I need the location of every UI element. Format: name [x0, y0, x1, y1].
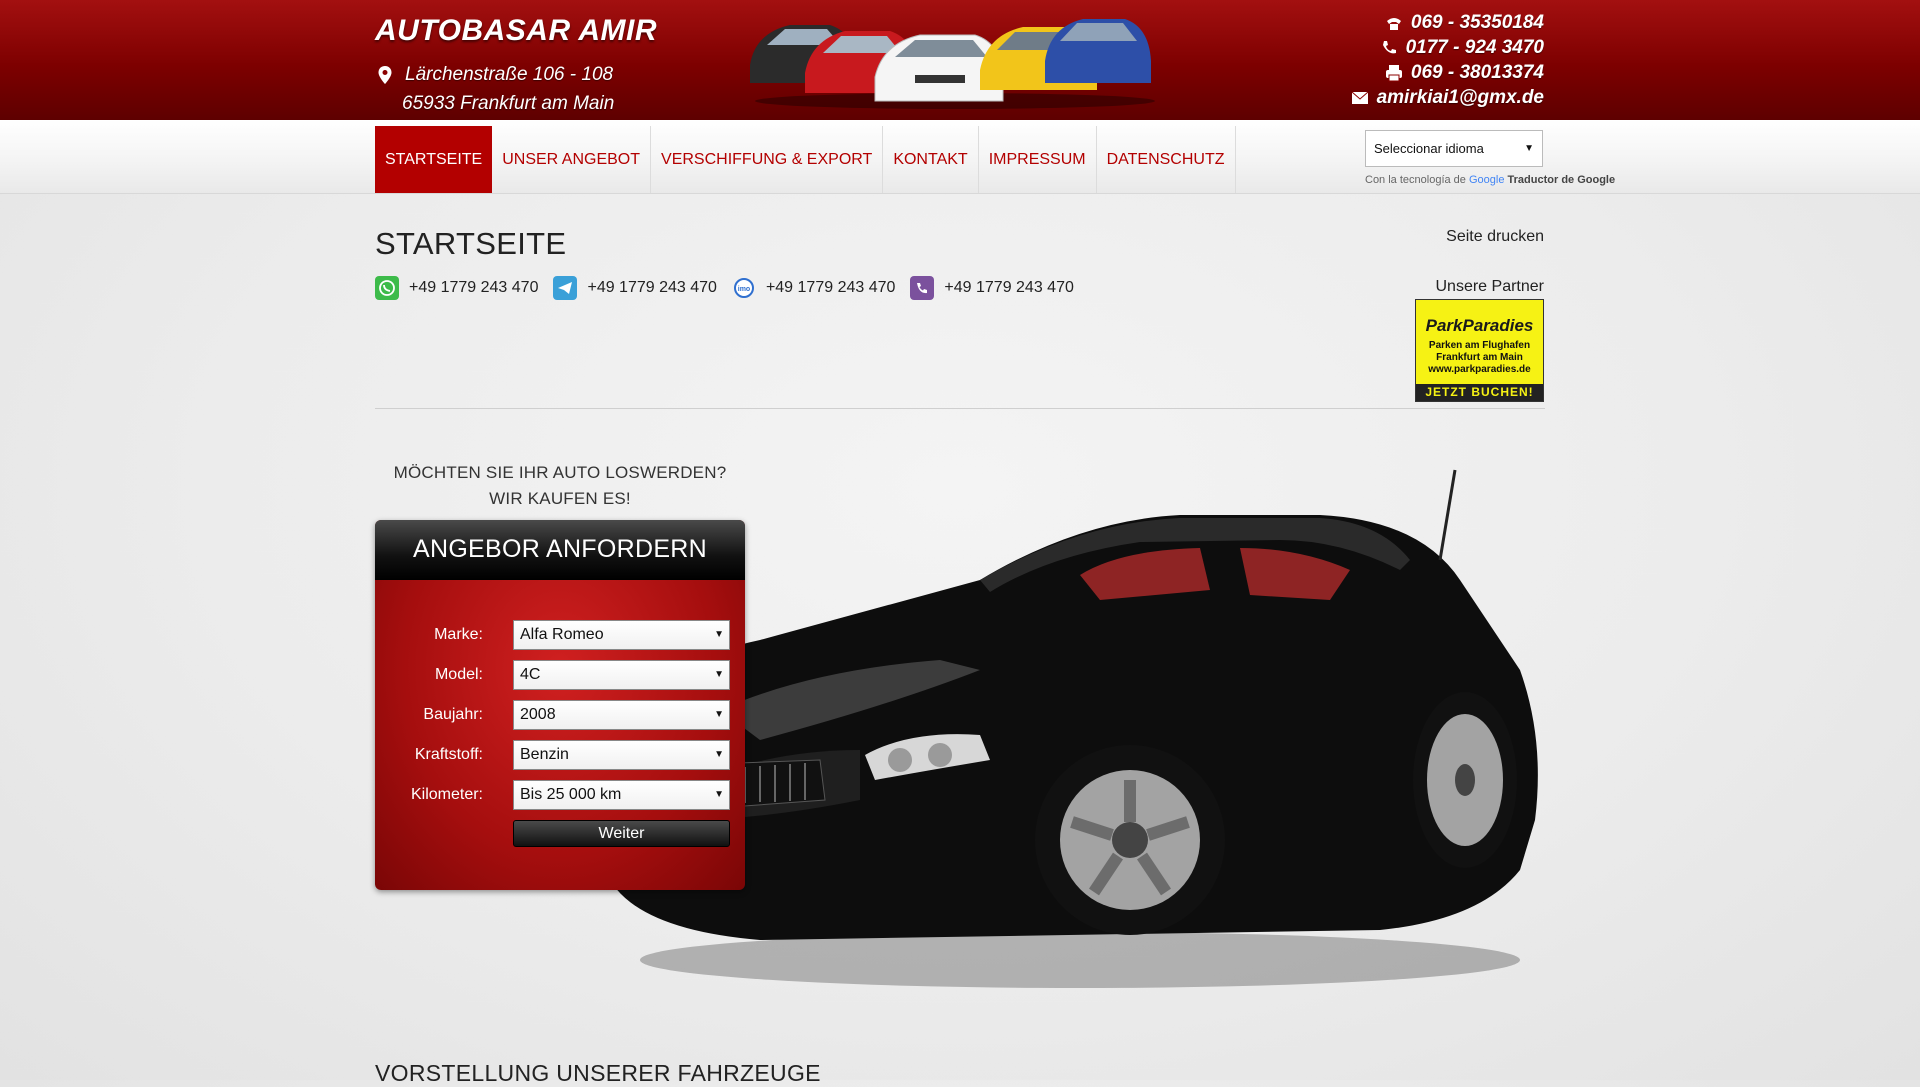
contact-phone[interactable]: 069 - 35350184	[1351, 10, 1544, 35]
google-logo: Google	[1468, 174, 1505, 186]
form-row-marke: Marke: Alfa Romeo ▼	[375, 620, 745, 650]
form-row-model: Model: 4C ▼	[375, 660, 745, 690]
contact-list: 069 - 35350184 0177 - 924 3470 069 - 380…	[1351, 10, 1544, 110]
print-page-link[interactable]: Seite drucken	[1446, 228, 1544, 246]
nav-item-unser-angebot[interactable]: UNSER ANGEBOT	[492, 126, 652, 193]
content-divider	[375, 408, 1545, 409]
nav-item-impressum[interactable]: IMPRESSUM	[979, 126, 1097, 193]
google-translate-link[interactable]: Traductor de Google	[1508, 174, 1616, 186]
model-select[interactable]: 4C ▼	[513, 660, 730, 690]
marke-label: Marke:	[434, 626, 483, 643]
address-street: Lärchenstraße 106 - 108	[405, 64, 614, 85]
partner-heading: Unsere Partner	[1435, 278, 1545, 295]
viber-contact[interactable]: +49 1779 243 470	[910, 276, 1074, 300]
messenger-phones: +49 1779 243 470 +49 1779 243 470 imo +4…	[375, 276, 1089, 300]
site-header: AUTOBASAR AMIR Lärchenstraße 106 - 108 6…	[0, 0, 1920, 120]
contact-fax[interactable]: 069 - 38013374	[1351, 60, 1544, 85]
chevron-down-icon: ▼	[714, 709, 724, 720]
kilometer-select[interactable]: Bis 25 000 km ▼	[513, 780, 730, 810]
kilometer-label: Kilometer:	[410, 786, 483, 803]
nav-item-startseite[interactable]: STARTSEITE	[375, 126, 493, 193]
address: Lärchenstraße 106 - 108 65933 Frankfurt …	[375, 60, 614, 118]
google-translate-credit: Con la tecnología de Google Traductor de…	[1365, 174, 1616, 186]
main-navbar: STARTSEITE UNSER ANGEBOT VERSCHIFFUNG & …	[0, 120, 1920, 194]
weiter-button[interactable]: Weiter	[513, 820, 730, 847]
imo-contact[interactable]: imo +49 1779 243 470	[732, 276, 895, 300]
svg-text:imo: imo	[738, 286, 750, 293]
form-title: ANGEBOR ANFORDERN	[375, 520, 745, 580]
phone-icon	[1386, 17, 1401, 30]
page-title: STARTSEITE	[375, 226, 567, 261]
baujahr-select[interactable]: 2008 ▼	[513, 700, 730, 730]
kraftstoff-label: Kraftstoff:	[414, 746, 483, 763]
contact-mobile[interactable]: 0177 - 924 3470	[1351, 35, 1544, 60]
form-row-baujahr: Baujahr: 2008 ▼	[375, 700, 745, 730]
brand-logo[interactable]: AUTOBASAR AMIR	[375, 14, 657, 48]
baujahr-label: Baujahr:	[423, 706, 483, 723]
nav-item-datenschutz[interactable]: DATENSCHUTZ	[1097, 126, 1236, 193]
chevron-down-icon: ▼	[714, 669, 724, 680]
form-row-kilometer: Kilometer: Bis 25 000 km ▼	[375, 780, 745, 810]
mobile-icon	[1382, 40, 1396, 53]
model-label: Model:	[434, 666, 483, 683]
nav-item-kontakt[interactable]: KONTAKT	[883, 126, 979, 193]
whatsapp-icon	[375, 276, 399, 300]
kraftstoff-select[interactable]: Benzin ▼	[513, 740, 730, 770]
location-pin-icon	[378, 65, 392, 84]
email-icon	[1351, 91, 1368, 104]
chevron-down-icon: ▼	[714, 629, 724, 640]
viber-icon	[910, 276, 935, 300]
parkparadies-logo: ParkParadies	[1425, 316, 1534, 335]
telegram-contact[interactable]: +49 1779 243 470	[553, 276, 717, 300]
language-select[interactable]: Seleccionar idioma ▼	[1365, 130, 1543, 167]
chevron-down-icon: ▼	[1524, 143, 1534, 154]
fax-icon	[1385, 64, 1402, 81]
form-row-kraftstoff: Kraftstoff: Benzin ▼	[375, 740, 745, 770]
imo-icon: imo	[732, 276, 756, 300]
contact-email[interactable]: amirkiai1@gmx.de	[1351, 85, 1544, 110]
address-city: 65933 Frankfurt am Main	[402, 93, 615, 114]
nav-item-verschiffung-export[interactable]: VERSCHIFFUNG & EXPORT	[651, 126, 884, 193]
main-nav: STARTSEITE UNSER ANGEBOT VERSCHIFFUNG & …	[375, 126, 1236, 193]
section-title-vehicles: VORSTELLUNG UNSERER FAHRZEUGE	[375, 1060, 821, 1086]
chevron-down-icon: ▼	[714, 789, 724, 800]
telegram-icon	[553, 276, 578, 300]
partner-banner-parkparadies[interactable]: ParkParadies Parken am Flughafen Frankfu…	[1415, 299, 1544, 402]
offer-request-form: ANGEBOR ANFORDERN Marke: Alfa Romeo ▼ Mod…	[375, 520, 745, 890]
cars-banner-image	[750, 19, 1155, 109]
partner-cta: JETZT BUCHEN!	[1416, 384, 1543, 401]
whatsapp-contact[interactable]: +49 1779 243 470	[375, 276, 538, 300]
chevron-down-icon: ▼	[714, 749, 724, 760]
marke-select[interactable]: Alfa Romeo ▼	[513, 620, 730, 650]
